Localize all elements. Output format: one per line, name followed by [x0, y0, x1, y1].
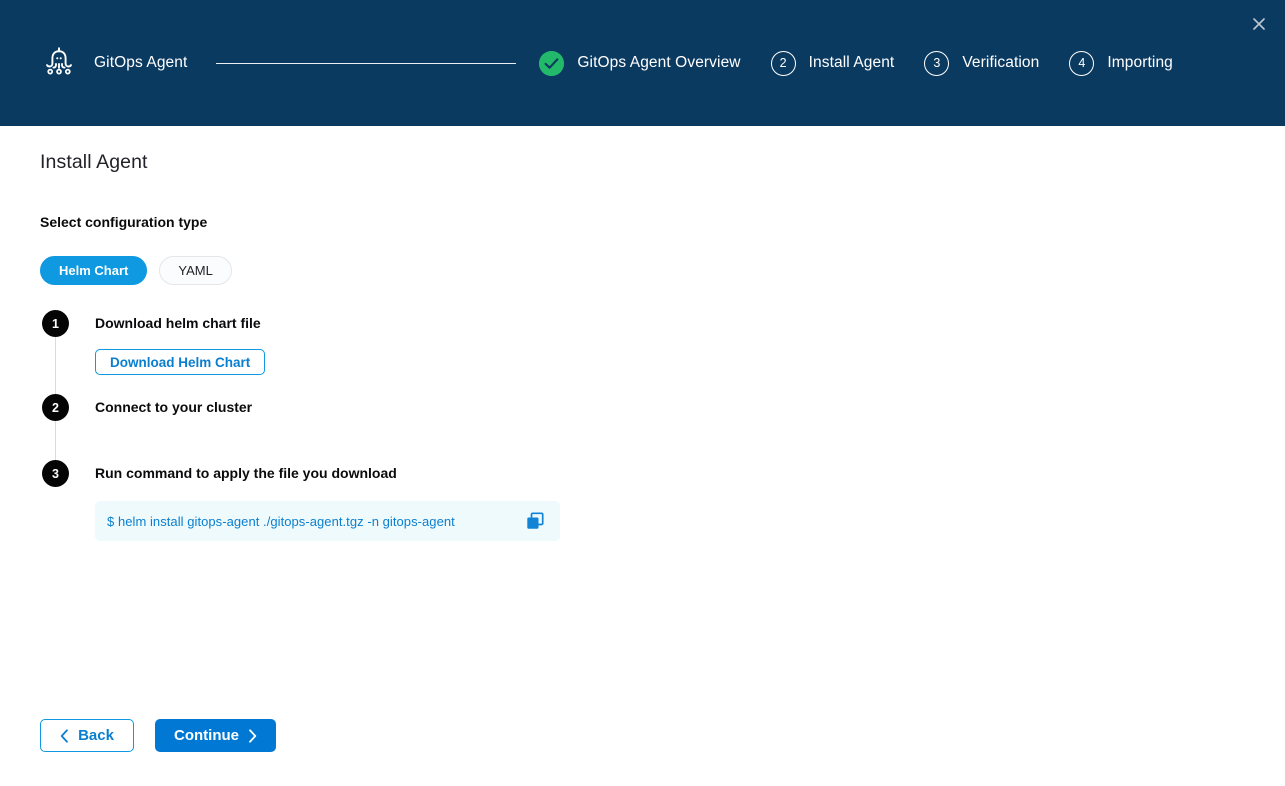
command-snippet: $ helm install gitops-agent ./gitops-age…: [95, 501, 560, 541]
squid-logo-icon: [40, 44, 78, 82]
stepper-item-label: Importing: [1107, 54, 1173, 72]
stepper-item-label: GitOps Agent Overview: [577, 54, 740, 72]
install-step-2: 2 Connect to your cluster: [42, 394, 842, 460]
configuration-type-toggle: Helm Chart YAML: [40, 256, 232, 285]
copy-icon: [525, 511, 545, 531]
config-type-helm-chart[interactable]: Helm Chart: [40, 256, 147, 285]
stepper-item-importing[interactable]: 4 Importing: [1069, 51, 1173, 76]
chevron-right-icon: [248, 729, 257, 743]
wizard-header: GitOps Agent GitOps Agent Overview 2 Ins…: [0, 0, 1285, 126]
brand-name: GitOps Agent: [94, 54, 187, 72]
check-icon: [539, 51, 564, 76]
brand: GitOps Agent: [40, 44, 187, 82]
back-button-label: Back: [78, 727, 114, 744]
step-bullet-1: 1: [42, 310, 69, 337]
command-text: $ helm install gitops-agent ./gitops-age…: [107, 514, 455, 529]
stepper-item-label: Verification: [962, 54, 1039, 72]
stepper-item-label: Install Agent: [809, 54, 895, 72]
wizard-stepper: GitOps Agent GitOps Agent Overview 2 Ins…: [40, 44, 1173, 82]
stepper-connector-line: [216, 63, 516, 64]
continue-button-label: Continue: [174, 727, 239, 744]
step-bullet-2: 2: [42, 394, 69, 421]
download-helm-chart-button[interactable]: Download Helm Chart: [95, 349, 265, 375]
check-circle-icon: [539, 51, 564, 76]
install-step-3-heading: Run command to apply the file you downlo…: [95, 460, 842, 487]
step-number-3: 3: [924, 51, 949, 76]
copy-command-button[interactable]: [524, 510, 546, 532]
install-step-1: 1 Download helm chart file Download Helm…: [42, 310, 842, 394]
config-type-yaml[interactable]: YAML: [159, 256, 231, 285]
stepper-item-install-agent[interactable]: 2 Install Agent: [771, 51, 895, 76]
main-content: Install Agent Select configuration type …: [0, 126, 1285, 786]
page-title: Install Agent: [40, 151, 148, 174]
wizard-footer: Back Continue: [40, 719, 276, 752]
install-step-1-body: Download Helm Chart: [95, 337, 842, 375]
install-step-1-heading: Download helm chart file: [95, 310, 842, 337]
continue-button[interactable]: Continue: [155, 719, 276, 752]
chevron-left-icon: [60, 729, 69, 743]
install-step-2-heading: Connect to your cluster: [95, 394, 842, 421]
step-bullet-3: 3: [42, 460, 69, 487]
step-number-2: 2: [771, 51, 796, 76]
step-number-4: 4: [1069, 51, 1094, 76]
install-steps-list: 1 Download helm chart file Download Helm…: [42, 310, 842, 541]
close-button[interactable]: [1247, 12, 1271, 36]
back-button[interactable]: Back: [40, 719, 134, 752]
section-title-configuration-type: Select configuration type: [40, 214, 207, 230]
stepper-item-gitops-agent-overview[interactable]: GitOps Agent Overview: [539, 51, 740, 76]
install-step-3: 3 Run command to apply the file you down…: [42, 460, 842, 541]
stepper-item-verification[interactable]: 3 Verification: [924, 51, 1039, 76]
close-icon: [1252, 17, 1266, 31]
